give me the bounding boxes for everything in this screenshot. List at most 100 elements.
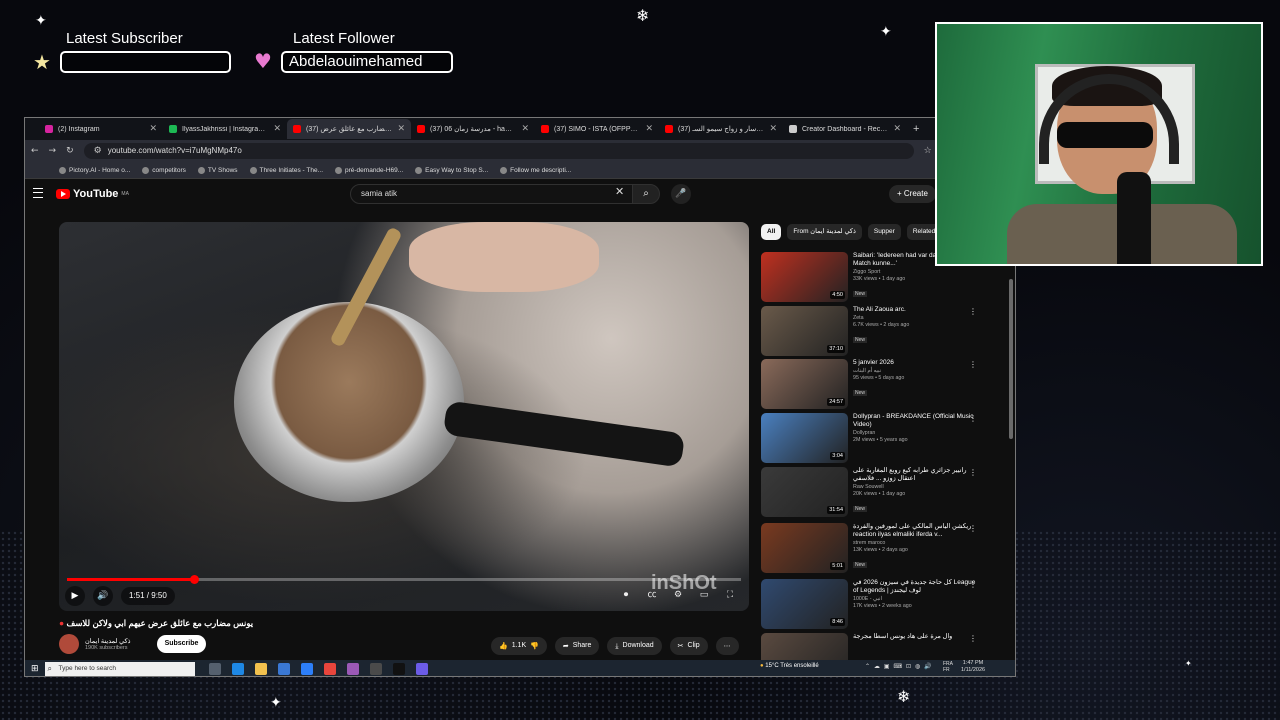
autoplay-toggle-icon[interactable]: ⏺ [617,586,635,604]
progress-knob[interactable] [189,575,199,584]
video-thumbnail[interactable]: 5:01 [761,523,848,573]
discord-icon[interactable] [415,663,428,675]
forward-icon[interactable]: → [49,146,57,156]
taskbar-search-input[interactable]: Type here to search [44,662,195,676]
store-icon[interactable] [277,663,290,675]
app-icon[interactable] [369,663,382,675]
bookmark-folder[interactable]: TV Shows [197,166,238,174]
weather-widget[interactable]: ● 15°C Très ensoleillé [760,663,819,669]
reload-icon[interactable]: ↻ [66,146,74,156]
browser-tab[interactable]: IlyassJakhrissi | Instagram, Face ✕ [163,119,287,139]
bookmark-item[interactable]: Follow me descripti... [500,166,571,174]
video-title[interactable]: 5 janvier 2026 [853,359,981,367]
close-tab-icon[interactable]: ✕ [893,124,901,134]
close-tab-icon[interactable]: ✕ [769,124,777,134]
more-options-icon[interactable]: ⋮ [969,360,977,369]
video-thumbnail[interactable]: 37:10 [761,306,848,356]
miniplayer-icon[interactable]: ▭ [695,586,713,604]
recommendation-item[interactable]: 3:04 Dollypran - BREAKDANCE (Official Mus… [761,413,981,463]
more-options-icon[interactable]: ⋮ [969,580,977,589]
channel-name[interactable]: نبيه أم البنات [853,368,981,374]
more-options-icon[interactable]: ⋮ [969,468,977,477]
scrollbar[interactable] [1009,279,1013,439]
channel-name[interactable]: Dollypran [853,430,981,436]
voice-search-icon[interactable]: 🎤 [671,184,691,204]
file-explorer-icon[interactable] [254,663,267,675]
thumbs-down-icon[interactable]: 👎 [530,637,539,655]
more-options-icon[interactable]: ⋮ [969,634,977,643]
recommendation-item[interactable]: 31:54 رانيير جزائري طرابه كيع روبع المغار… [761,467,981,517]
share-button[interactable]: ➦ Share [554,637,600,655]
clip-button[interactable]: ✂ Clip [669,637,708,655]
video-title[interactable]: The Ali Zaoua arc. [853,306,981,314]
more-options-icon[interactable]: ⋮ [969,524,977,533]
bookmark-item[interactable]: Pictory.AI - Home o... [59,166,130,174]
video-title[interactable]: وال مرة على هاد يونس اسطا مجرجة [853,633,981,641]
video-thumbnail[interactable]: 8:46 [761,579,848,629]
more-options-icon[interactable]: ⋮ [969,414,977,423]
like-button[interactable]: 👍 1.1K 👎 [491,637,547,655]
download-button[interactable]: ⤓ Download [607,637,662,655]
hamburger-menu-icon[interactable] [33,188,43,198]
video-title[interactable]: ريكشن الياس المالكي على لمورفين والفردة … [853,523,981,539]
progress-bar[interactable] [67,575,741,584]
task-view-icon[interactable] [208,663,221,675]
bookmark-folder[interactable]: competitors [142,166,186,174]
channel-name[interactable]: 1000E - انبي [853,596,981,602]
close-tab-icon[interactable]: ✕ [645,124,653,134]
new-tab-button[interactable]: + [907,123,925,135]
more-options-icon[interactable]: ⋮ [969,307,977,316]
chip-from-channel[interactable]: From ذكي لمدينة ايمان [787,224,862,240]
bookmark-star-icon[interactable]: ☆ [924,146,932,156]
youtube-logo[interactable]: YouTube MA [56,188,129,200]
channel-name[interactable]: Zeta [853,315,981,321]
taskbar-clock[interactable]: 1:47 PM 1/11/2026 [961,660,985,674]
browser-tab[interactable]: (37) الشيخ سار و زواج سيمو السـ ✕ [659,119,783,139]
recommendation-item[interactable]: 8:46 كل حاجة جديدة في سيزون 2026 في Leagu… [761,579,981,629]
video-title[interactable]: Dollypran - BREAKDANCE (Official Music V… [853,413,981,429]
windows-start-icon[interactable]: ⊞ [25,664,45,674]
video-thumbnail[interactable]: 3:04 [761,413,848,463]
back-icon[interactable]: ← [31,146,39,156]
language-indicator[interactable]: FRA FR [943,661,953,673]
settings-gear-icon[interactable]: ⚙ [669,586,687,604]
bookmark-item[interactable]: Easy Way to Stop S... [415,166,488,174]
tiktok-icon[interactable] [392,663,405,675]
search-input[interactable]: samia atik [350,184,633,204]
channel-name[interactable]: ذكي لمدينة ايمان [85,637,131,645]
channel-name[interactable]: Raw Souwell [853,484,981,490]
browser-tab-active[interactable]: (37) يونس مضارب مع عائلق عرض ✕ [287,119,411,139]
more-actions-button[interactable]: ⋯ [715,637,739,655]
recommendation-item[interactable]: 24:57 5 janvier 2026 نبيه أم البنات 95 view… [761,359,981,409]
browser-tab[interactable]: (37) SIMO - ISTA (OFPPT) - بنتي ✕ [535,119,659,139]
volume-icon[interactable]: 🔊 [93,586,113,606]
channel-name[interactable]: strem maroco [853,540,981,546]
channel-avatar[interactable] [59,634,79,654]
create-button[interactable]: + Create [889,185,936,203]
close-tab-icon[interactable]: ✕ [397,124,405,134]
browser-tab[interactable]: Creator Dashboard - Recherch ✕ [783,119,907,139]
clear-search-icon[interactable]: ✕ [615,185,624,198]
browser-tab[interactable]: (2) Instagram ✕ [39,119,163,139]
video-thumbnail[interactable]: 4:50 [761,252,848,302]
fullscreen-icon[interactable]: ⛶ [721,586,739,604]
search-button[interactable]: ⌕ [632,184,660,204]
close-tab-icon[interactable]: ✕ [149,124,157,134]
video-thumbnail[interactable]: 31:54 [761,467,848,517]
recommendation-item[interactable]: 5:01 ريكشن الياس المالكي على لمورفين والف… [761,523,981,573]
recommendation-item[interactable]: 37:10 The Ali Zaoua arc. Zeta 6.7K views • … [761,306,981,356]
site-info-icon[interactable]: ⚙ [94,143,102,159]
url-field[interactable]: ⚙ youtube.com/watch?v=i7uMgNMp47o [83,143,914,159]
video-player[interactable]: inShOt ▶ 🔊 1:51 / 9:50 ⏺ ㏄ ⚙ ▭ ⛶ [59,222,749,611]
bookmark-item[interactable]: pré-demande-H69... [335,166,403,174]
play-icon[interactable]: ▶ [65,586,85,606]
captions-icon[interactable]: ㏄ [643,586,661,604]
close-tab-icon[interactable]: ✕ [521,124,529,134]
chip-supper[interactable]: Supper [867,224,901,240]
chip-all[interactable]: All [761,224,782,240]
browser-tab[interactable]: (37) مدرسة زمان 06 - hamawda ✕ [411,119,535,139]
video-title[interactable]: كل حاجة جديدة في سيزون 2026 في League of… [853,579,981,595]
video-title[interactable]: رانيير جزائري طرابه كيع روبع المغاربة عل… [853,467,981,483]
channel-name[interactable]: Ziggo Sport [853,269,981,275]
bookmark-item[interactable]: Three Initiates - The... [249,166,323,174]
